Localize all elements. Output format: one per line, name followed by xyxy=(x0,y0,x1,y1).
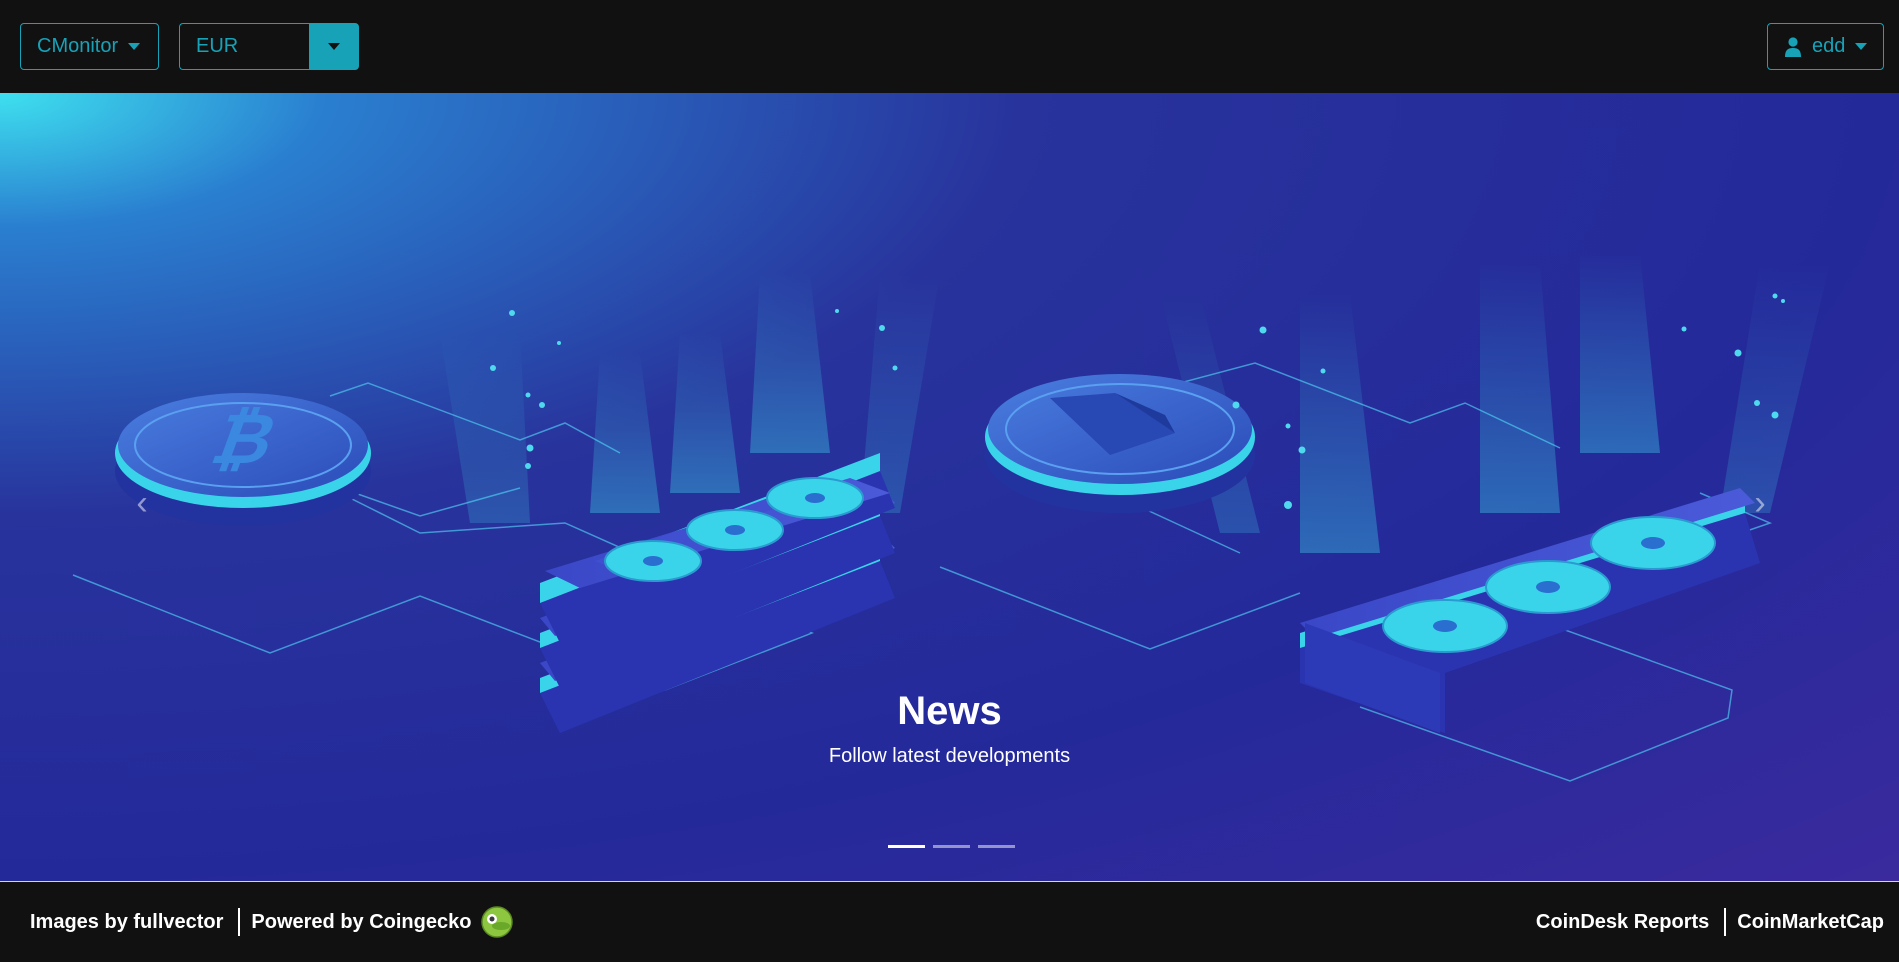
carousel-indicator-1[interactable] xyxy=(888,845,925,848)
carousel-indicator-3[interactable] xyxy=(978,845,1015,848)
brand-dropdown-button[interactable]: CMonitor xyxy=(20,23,159,70)
footer-credits: Images by fullvector Powered by Coingeck… xyxy=(30,882,514,962)
chevron-right-icon: › xyxy=(1754,483,1766,522)
caret-down-icon xyxy=(328,43,340,50)
top-navbar: CMonitor EUR edd xyxy=(0,0,1899,93)
brand-label: CMonitor xyxy=(37,35,119,57)
powered-by-link[interactable]: Powered by Coingecko xyxy=(251,911,471,934)
footer-divider xyxy=(238,908,241,936)
user-name: edd xyxy=(1812,35,1846,57)
footer: Images by fullvector Powered by Coingeck… xyxy=(0,881,1899,962)
caret-down-icon xyxy=(128,43,141,50)
currency-dropdown-toggle[interactable] xyxy=(309,23,359,70)
user-icon xyxy=(1785,36,1801,57)
coingecko-logo-icon xyxy=(481,906,514,938)
carousel-indicators xyxy=(888,845,1015,848)
slide-subtitle: Follow latest developments xyxy=(828,745,1071,767)
chevron-left-icon: ‹ xyxy=(136,483,148,522)
coinmarketcap-link[interactable]: CoinMarketCap xyxy=(1737,911,1884,934)
caret-down-icon xyxy=(1855,43,1868,50)
images-credit-link[interactable]: Images by fullvector xyxy=(30,911,223,934)
currency-select-group: EUR xyxy=(179,23,359,70)
slide-caption: News Follow latest developments xyxy=(0,683,1899,768)
carousel-indicator-2[interactable] xyxy=(933,845,970,848)
user-menu-button[interactable]: edd xyxy=(1767,23,1884,70)
carousel-prev-control[interactable]: ‹ xyxy=(122,473,162,533)
footer-divider xyxy=(1724,908,1727,936)
slide-title: News xyxy=(897,689,1002,733)
carousel-next-control[interactable]: › xyxy=(1740,473,1780,533)
currency-select[interactable]: EUR xyxy=(179,23,309,70)
currency-selected-value: EUR xyxy=(196,35,239,57)
ethereum-coin-icon xyxy=(985,374,1255,513)
hero-carousel: ₿ ‹ › News Follow latest developments xyxy=(0,93,1899,881)
coindesk-reports-link[interactable]: CoinDesk Reports xyxy=(1536,911,1709,934)
footer-links: CoinDesk Reports CoinMarketCap xyxy=(1536,882,1884,962)
